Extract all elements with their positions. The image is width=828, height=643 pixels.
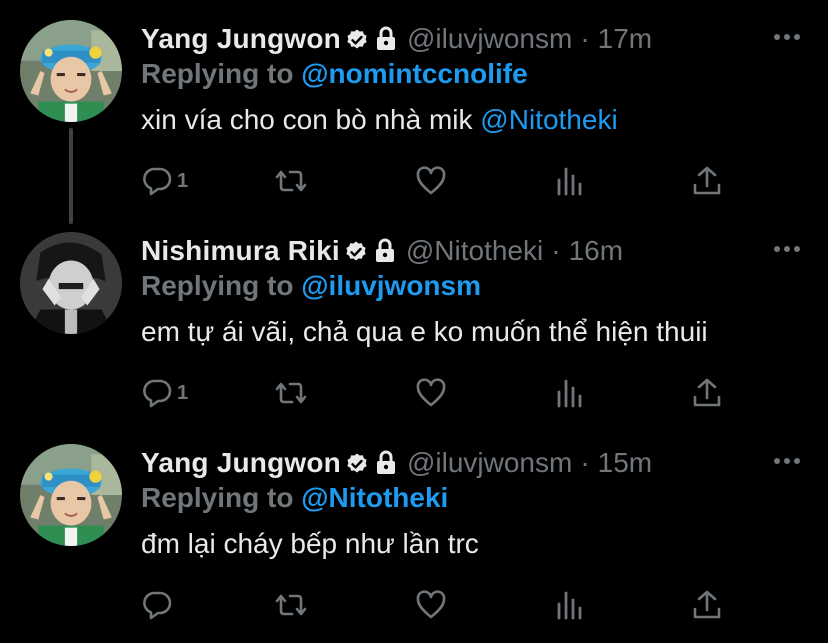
more-icon[interactable]: [774, 246, 800, 254]
retweet-icon: [275, 594, 307, 616]
verified-badge-icon: [345, 451, 369, 475]
retweet-button[interactable]: [275, 163, 307, 199]
jungwon-avatar-image: [20, 444, 122, 546]
analytics-icon: [557, 591, 582, 620]
tweet-text: đm lại cháy bếp như lần trc: [141, 528, 479, 560]
like-button[interactable]: [415, 375, 447, 411]
lock-icon: [375, 26, 397, 52]
mention-link[interactable]: @Nitotheki: [480, 104, 617, 135]
replying-prefix: Replying to: [141, 270, 302, 301]
share-icon: [693, 378, 721, 407]
heart-icon: [416, 166, 446, 195]
reply-count: 1: [177, 169, 189, 192]
tweet-text-content: em tự ái vãi, chả qua e ko muốn thể hiện…: [141, 316, 708, 347]
reply-icon: [143, 379, 172, 408]
tweet-text: em tự ái vãi, chả qua e ko muốn thể hiện…: [141, 316, 708, 348]
separator: ·: [551, 235, 561, 266]
share-icon: [693, 166, 721, 195]
reply-count: 1: [177, 381, 189, 404]
handle[interactable]: @Nitotheki: [406, 235, 543, 267]
riki-avatar-image: [20, 232, 122, 334]
replying-to: Replying to @iluvjwonsm: [141, 270, 481, 302]
tweet-actions: [141, 587, 741, 623]
handle[interactable]: @iluvjwonsm: [407, 447, 572, 479]
retweet-button[interactable]: [275, 587, 307, 623]
replying-to: Replying to @Nitotheki: [141, 482, 448, 514]
display-name[interactable]: Nishimura Riki: [141, 235, 340, 267]
verified-badge-icon: [344, 239, 368, 263]
handle[interactable]: @iluvjwonsm: [407, 23, 572, 55]
retweet-icon: [275, 170, 307, 192]
reply-button[interactable]: 1: [141, 163, 188, 199]
display-name[interactable]: Yang Jungwon: [141, 447, 341, 479]
replying-to: Replying to @nomintccnolife: [141, 58, 528, 90]
tweet-text: xin vía cho con bò nhà mik @Nitotheki: [141, 104, 618, 136]
analytics-button[interactable]: [554, 375, 586, 411]
tweet-header: Yang Jungwon @iluvjwonsm · 15m: [141, 444, 652, 482]
heart-icon: [416, 378, 446, 407]
share-button[interactable]: [691, 375, 723, 411]
avatar[interactable]: [20, 444, 122, 546]
jungwon-avatar-image: [20, 20, 122, 122]
analytics-button[interactable]: [554, 163, 586, 199]
like-button[interactable]: [415, 163, 447, 199]
timestamp[interactable]: 16m: [569, 235, 623, 267]
reply-button[interactable]: [141, 587, 177, 623]
avatar[interactable]: [20, 232, 122, 334]
share-button[interactable]: [691, 587, 723, 623]
share-icon: [693, 590, 721, 619]
tweet-header: Nishimura Riki @Nitotheki · 16m: [141, 232, 623, 270]
share-button[interactable]: [691, 163, 723, 199]
avatar[interactable]: [20, 20, 122, 122]
analytics-icon: [557, 379, 582, 408]
retweet-icon: [275, 382, 307, 404]
tweet-actions: 1: [141, 163, 741, 199]
like-button[interactable]: [415, 587, 447, 623]
reply-button[interactable]: 1: [141, 375, 188, 411]
analytics-button[interactable]: [554, 587, 586, 623]
retweet-button[interactable]: [275, 375, 307, 411]
replying-mention-link[interactable]: @nomintccnolife: [301, 58, 527, 89]
separator: ·: [580, 23, 590, 54]
replying-mention-link[interactable]: @iluvjwonsm: [301, 270, 481, 301]
replying-prefix: Replying to: [141, 482, 302, 513]
tweet[interactable]: Nishimura Riki @Nitotheki · 16m Replying…: [0, 212, 828, 424]
lock-icon: [375, 450, 397, 476]
timestamp[interactable]: 15m: [598, 447, 652, 479]
more-icon[interactable]: [774, 34, 800, 42]
lock-icon: [374, 238, 396, 264]
reply-icon: [143, 167, 172, 196]
tweet-actions: 1: [141, 375, 741, 411]
verified-badge-icon: [345, 27, 369, 51]
analytics-icon: [557, 167, 582, 196]
heart-icon: [416, 590, 446, 619]
timestamp[interactable]: 17m: [598, 23, 652, 55]
tweet[interactable]: Yang Jungwon @iluvjwonsm · 15m Replying …: [0, 424, 828, 636]
separator: ·: [580, 447, 590, 478]
more-icon[interactable]: [774, 458, 800, 466]
display-name[interactable]: Yang Jungwon: [141, 23, 341, 55]
tweet-text-content: xin vía cho con bò nhà mik: [141, 104, 481, 135]
tweet[interactable]: Yang Jungwon @iluvjwonsm · 17m Replying …: [0, 0, 828, 212]
reply-icon: [143, 591, 172, 620]
replying-prefix: Replying to: [141, 58, 302, 89]
tweet-header: Yang Jungwon @iluvjwonsm · 17m: [141, 20, 652, 58]
tweet-text-content: đm lại cháy bếp như lần trc: [141, 528, 479, 559]
replying-mention-link[interactable]: @Nitotheki: [301, 482, 448, 513]
